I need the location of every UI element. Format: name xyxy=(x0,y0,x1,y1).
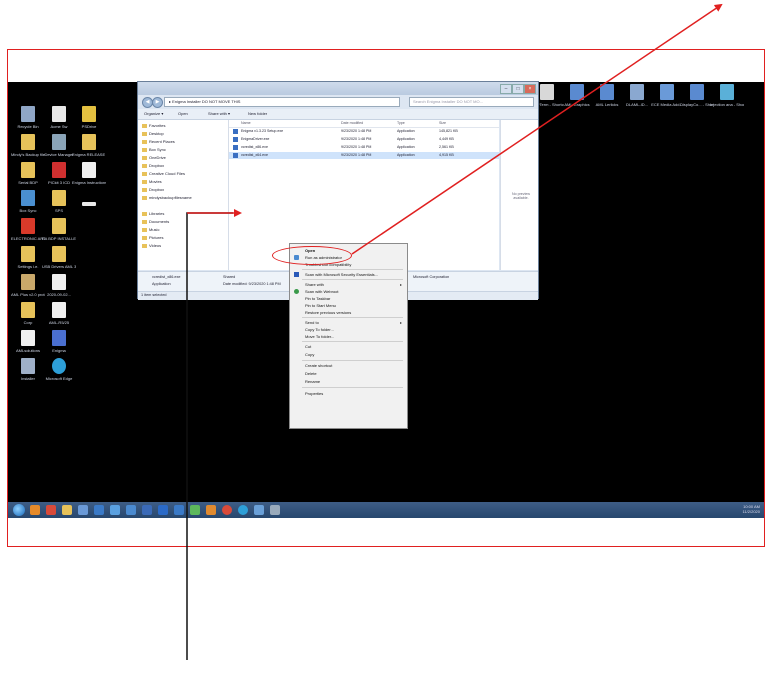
arrow-to-installer-file xyxy=(186,212,233,660)
annotation-arrows xyxy=(186,3,723,660)
arrow-to-top-right xyxy=(351,3,723,255)
